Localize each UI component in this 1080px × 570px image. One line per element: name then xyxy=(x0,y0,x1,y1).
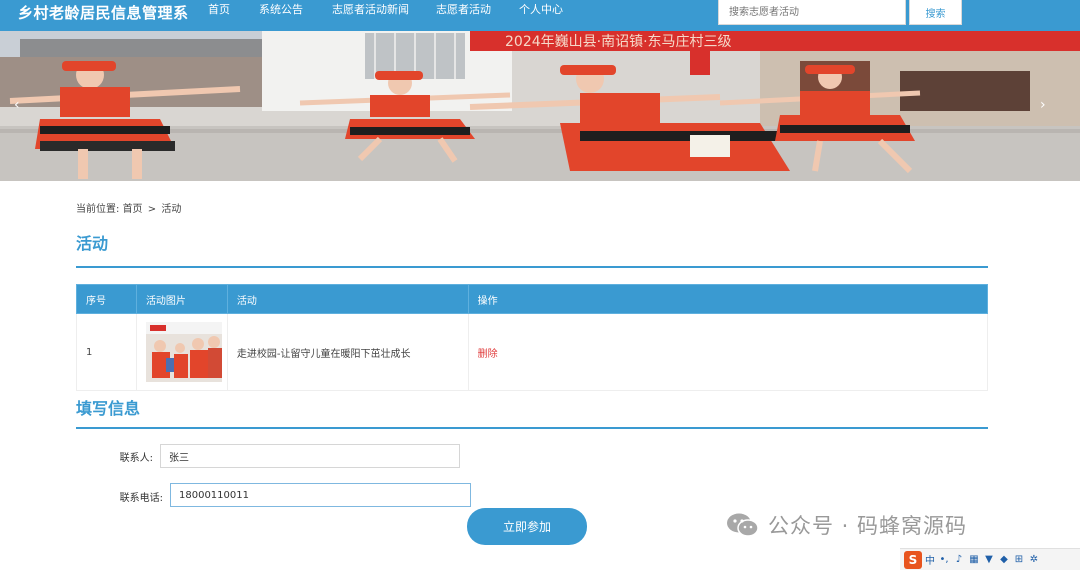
toolbox-icon[interactable]: ⊞ xyxy=(1013,554,1025,566)
breadcrumb-separator: > xyxy=(147,204,157,215)
search-button[interactable]: 搜索 xyxy=(909,0,962,25)
sogou-logo-icon[interactable]: S xyxy=(904,550,922,569)
form-section-title: 填写信息 xyxy=(76,399,141,418)
top-navigation-bar: 乡村老龄居民信息管理系 首页 系统公告 志愿者活动新闻 志愿者活动 个人中心 搜… xyxy=(0,0,1080,31)
settings-icon[interactable]: ✲ xyxy=(1028,554,1040,566)
breadcrumb-label: 当前位置: xyxy=(76,204,120,215)
nav-volunteer-news[interactable]: 志愿者活动新闻 xyxy=(332,1,409,17)
keyboard-icon[interactable]: ▦ xyxy=(968,554,980,566)
row-activity-name: 走进校园-让留守儿童在暖阳下茁壮成长 xyxy=(226,313,469,391)
game-icon[interactable]: ◆ xyxy=(998,554,1010,566)
breadcrumb-home-link[interactable]: 首页 xyxy=(123,204,143,215)
contact-label: 联系人: xyxy=(119,453,153,464)
row-image-cell xyxy=(135,313,228,391)
join-now-button[interactable]: 立即参加 xyxy=(467,508,587,545)
activity-section-title: 活动 xyxy=(76,234,109,253)
activity-thumbnail[interactable] xyxy=(145,322,222,382)
row-action-cell: 删除 xyxy=(467,313,989,391)
banner-image: 2024年巍山县·南诏镇·东马庄村三级 xyxy=(0,31,1080,181)
table-row: 1 走进校园-让留守儿童在暖阳下茁壮成长 删除 xyxy=(76,313,989,391)
breadcrumb-current: 活动 xyxy=(161,204,182,215)
chevron-right-icon[interactable]: › xyxy=(1040,97,1046,113)
breadcrumb: 当前位置: 首页 > 活动 xyxy=(76,200,181,215)
col-header-activity: 活动 xyxy=(226,284,469,314)
microphone-icon[interactable]: ♪ xyxy=(953,554,965,566)
wechat-watermark: 公众号 · 码蜂窝源码 xyxy=(726,510,967,540)
site-title: 乡村老龄居民信息管理系 xyxy=(18,4,189,22)
contact-field[interactable] xyxy=(160,444,460,468)
nav-personal-center[interactable]: 个人中心 xyxy=(519,1,563,17)
ime-toolbar: S 中 •, ♪ ▦ ▼ ◆ ⊞ ✲ xyxy=(900,548,1080,570)
nav-volunteer-activities[interactable]: 志愿者活动 xyxy=(436,1,491,17)
table-header-row: 序号 活动图片 活动 操作 xyxy=(76,284,989,314)
col-header-image: 活动图片 xyxy=(135,284,228,314)
phone-field[interactable] xyxy=(170,483,471,507)
nav-home[interactable]: 首页 xyxy=(208,1,230,17)
form-section-divider xyxy=(76,427,988,429)
col-header-action: 操作 xyxy=(467,284,989,314)
chevron-left-icon[interactable]: ‹ xyxy=(14,97,20,113)
phone-label: 联系电话: xyxy=(119,493,163,504)
search-input[interactable] xyxy=(718,0,906,25)
col-header-index: 序号 xyxy=(76,284,137,314)
delete-link[interactable]: 删除 xyxy=(478,349,498,360)
banner-sign-text: 2024年巍山县·南诏镇·东马庄村三级 xyxy=(505,33,732,50)
activity-section-divider xyxy=(76,266,988,268)
skin-icon[interactable]: ▼ xyxy=(983,554,995,566)
punctuation-icon[interactable]: •, xyxy=(938,554,950,566)
activity-table: 序号 活动图片 活动 操作 1 走进校园-让留守儿童在暖阳下茁壮成长 删除 xyxy=(76,284,989,391)
ime-mode-indicator[interactable]: 中 xyxy=(925,552,935,567)
banner-carousel[interactable]: 2024年巍山县·南诏镇·东马庄村三级 ‹ › xyxy=(0,31,1080,181)
row-index: 1 xyxy=(76,313,137,391)
nav-announcements[interactable]: 系统公告 xyxy=(259,1,303,17)
watermark-text: 公众号 · 码蜂窝源码 xyxy=(768,514,968,538)
wechat-icon xyxy=(727,513,759,537)
